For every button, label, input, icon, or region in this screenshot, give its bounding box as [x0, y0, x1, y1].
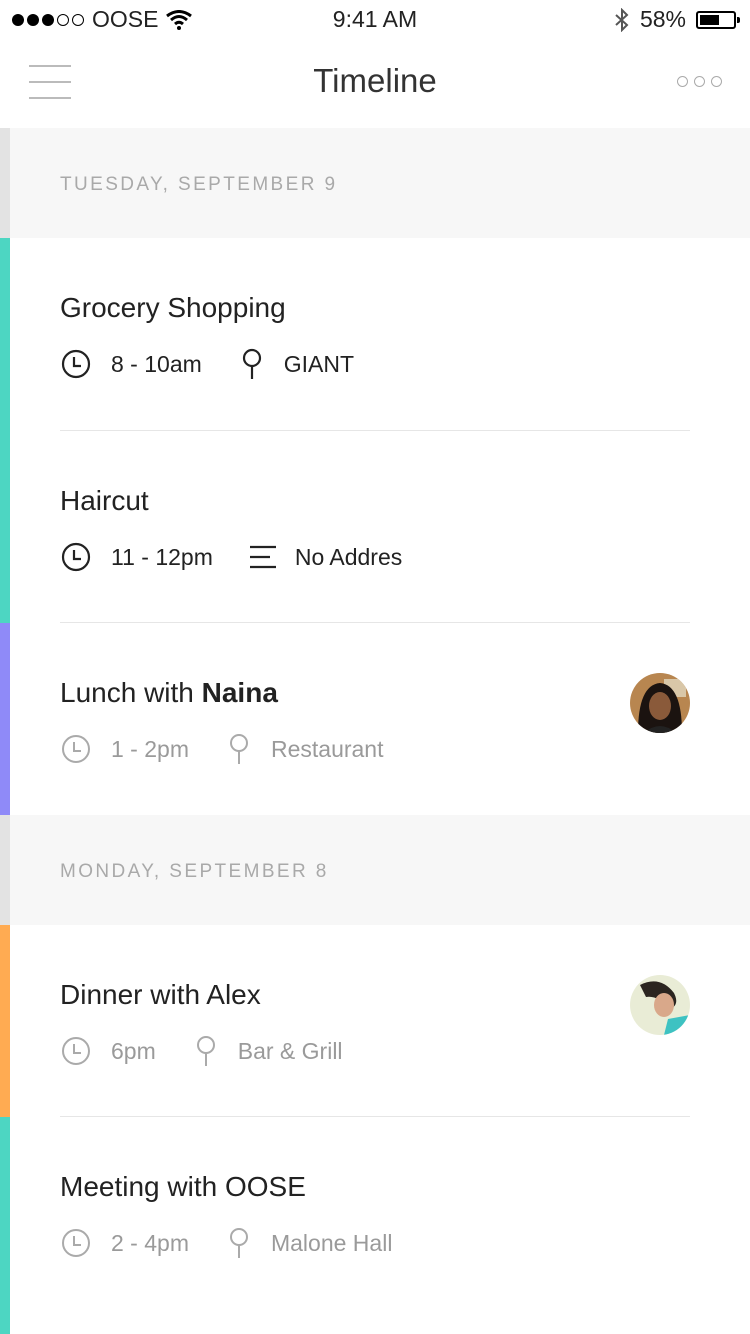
map-pin-icon	[190, 1035, 222, 1067]
event-title: Haircut	[60, 485, 149, 516]
avatar[interactable]	[630, 673, 690, 733]
clock-icon	[60, 348, 92, 380]
day-label: TUESDAY, SEPTEMBER 9	[60, 174, 338, 195]
clock-icon	[60, 733, 92, 765]
battery-percent: 58%	[639, 6, 686, 32]
event-time: 6pm	[111, 1037, 156, 1064]
event-item[interactable]: Lunch with Naina 1 - 2pm Restaurant	[0, 623, 750, 815]
battery-icon	[696, 10, 740, 29]
map-pin-icon	[223, 1227, 255, 1259]
bluetooth-icon	[615, 7, 629, 32]
navigation-bar: Timeline	[0, 40, 750, 128]
event-time: 11 - 12pm	[111, 543, 213, 570]
event-color-stripe	[0, 925, 10, 1117]
avatar[interactable]	[630, 975, 690, 1035]
event-color-stripe	[0, 1117, 10, 1334]
event-location: Restaurant	[270, 735, 384, 762]
event-time: 1 - 2pm	[111, 735, 189, 762]
event-item[interactable]: Dinner with Alex 6pm Bar & Grill	[0, 925, 750, 1117]
map-pin-icon	[236, 348, 268, 380]
event-person-name: Naina	[201, 677, 278, 708]
event-color-stripe	[0, 431, 10, 623]
day-header: MONDAY, SEPTEMBER 8	[0, 815, 750, 925]
clock-icon	[60, 541, 92, 573]
event-time: 2 - 4pm	[111, 1229, 189, 1256]
event-location: Malone Hall	[270, 1229, 393, 1256]
more-options-icon[interactable]	[677, 76, 722, 87]
event-title: Lunch with Naina	[60, 677, 278, 708]
event-item[interactable]: Grocery Shopping 8 - 10am GIANT	[0, 238, 750, 431]
event-title: Grocery Shopping	[60, 292, 286, 323]
day-label: MONDAY, SEPTEMBER 8	[60, 861, 329, 882]
day-header: TUESDAY, SEPTEMBER 9	[0, 128, 750, 238]
notes-icon	[247, 541, 279, 573]
clock-icon	[60, 1227, 92, 1259]
event-location: No Addres	[294, 543, 403, 570]
event-location: Bar & Grill	[237, 1037, 343, 1064]
clock-icon	[60, 1035, 92, 1067]
status-bar: OOSE 9:41 AM 58%	[0, 0, 750, 40]
event-title: Meeting with OOSE	[60, 1171, 306, 1202]
event-color-stripe	[0, 623, 10, 815]
map-pin-icon	[223, 733, 255, 765]
event-color-stripe	[0, 238, 10, 431]
event-time: 8 - 10am	[111, 350, 202, 377]
event-item[interactable]: Meeting with OOSE 2 - 4pm Malone Hall	[0, 1117, 750, 1334]
event-location: GIANT	[283, 350, 355, 377]
page-title: Timeline	[313, 62, 437, 99]
event-title: Dinner with Alex	[60, 979, 261, 1010]
event-item[interactable]: Haircut 11 - 12pm No Addres	[0, 431, 750, 623]
